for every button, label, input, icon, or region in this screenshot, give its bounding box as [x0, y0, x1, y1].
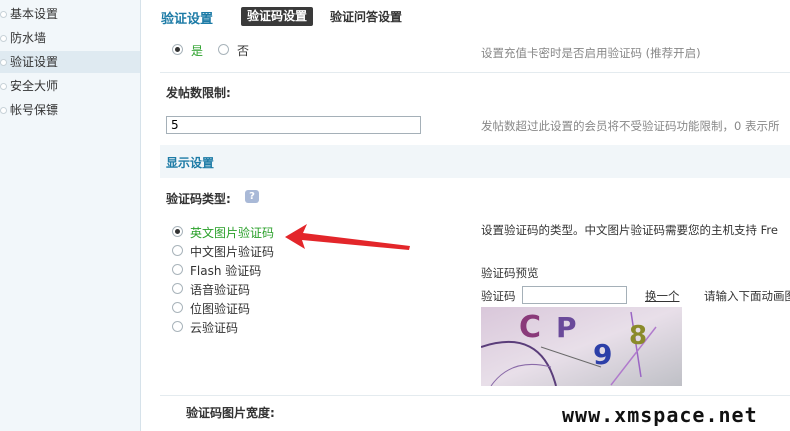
radio-captcha-english[interactable] [172, 226, 183, 237]
radio-captcha-cloud[interactable] [172, 321, 183, 332]
captcha-char-p: P [556, 311, 577, 344]
watermark-text: www.xmspace.net [562, 403, 758, 427]
radio-captcha-bitmap[interactable] [172, 302, 183, 313]
arrow-annotation [285, 224, 410, 250]
preview-title: 验证码预览 [481, 266, 539, 280]
divider [160, 395, 790, 396]
section-title: 显示设置 [166, 156, 215, 170]
sidebar: 基本设置 防水墙 验证设置 安全大师 帐号保镖 [0, 0, 141, 431]
bullet-icon [0, 107, 7, 114]
captcha-option-label: 云验证码 [190, 321, 239, 335]
question-icon[interactable]: ? [245, 190, 259, 203]
radio-no-label: 否 [237, 44, 250, 58]
tab-qa-settings[interactable]: 验证问答设置 [330, 8, 402, 25]
sidebar-item-verify[interactable]: 验证设置 [0, 51, 140, 73]
bullet-icon [0, 35, 7, 42]
sidebar-item-account-guard[interactable]: 帐号保镖 [0, 99, 140, 121]
image-width-label: 验证码图片宽度: [186, 406, 275, 420]
bullet-icon [0, 59, 7, 66]
radio-captcha-audio[interactable] [172, 283, 183, 294]
divider [160, 72, 790, 73]
captcha-image[interactable]: C P 9 8 [481, 307, 682, 386]
sidebar-item-security-master[interactable]: 安全大师 [0, 75, 140, 97]
radio-yes[interactable] [172, 44, 183, 55]
sidebar-item-firewall[interactable]: 防水墙 [0, 27, 140, 49]
captcha-option-label: 中文图片验证码 [190, 245, 275, 259]
radio-captcha-chinese[interactable] [172, 245, 183, 256]
page-title: 验证设置 [161, 12, 214, 27]
sidebar-item-label: 验证设置 [10, 55, 59, 69]
post-limit-input[interactable] [166, 116, 421, 134]
verify-field-label: 验证码 [481, 289, 516, 303]
captcha-instruction: 请输入下面动画图 [704, 289, 790, 303]
captcha-option-label: 位图验证码 [190, 302, 251, 316]
captcha-char-c: C [519, 310, 541, 345]
sidebar-item-label: 基本设置 [10, 7, 59, 21]
radio-captcha-flash[interactable] [172, 264, 183, 275]
refresh-captcha-link[interactable]: 换一个 [645, 288, 680, 304]
bullet-icon [0, 11, 7, 18]
captcha-option-label: 语音验证码 [190, 283, 251, 297]
section-header [160, 145, 790, 178]
enable-hint: 设置充值卡密时是否启用验证码 (推荐开启) [481, 46, 701, 60]
captcha-option-label: Flash 验证码 [190, 264, 262, 278]
tab-captcha-settings[interactable]: 验证码设置 [241, 7, 314, 26]
captcha-option-label: 英文图片验证码 [190, 226, 275, 240]
captcha-char-9: 9 [593, 338, 612, 371]
radio-yes-label: 是 [191, 44, 204, 58]
post-limit-hint: 发帖数超过此设置的会员将不受验证码功能限制，0 表示所 [481, 119, 780, 133]
captcha-type-label: 验证码类型: [166, 192, 231, 206]
verify-code-input[interactable] [522, 286, 627, 304]
bullet-icon [0, 83, 7, 90]
post-limit-label: 发帖数限制: [166, 86, 231, 100]
sidebar-item-label: 防水墙 [10, 31, 47, 45]
captcha-type-hint: 设置验证码的类型。中文图片验证码需要您的主机支持 Fre [481, 223, 778, 237]
sidebar-item-label: 帐号保镖 [10, 103, 59, 117]
sidebar-item-label: 安全大师 [10, 79, 59, 93]
sidebar-item-basic[interactable]: 基本设置 [0, 3, 140, 25]
captcha-char-8: 8 [629, 321, 647, 351]
radio-no[interactable] [218, 44, 229, 55]
